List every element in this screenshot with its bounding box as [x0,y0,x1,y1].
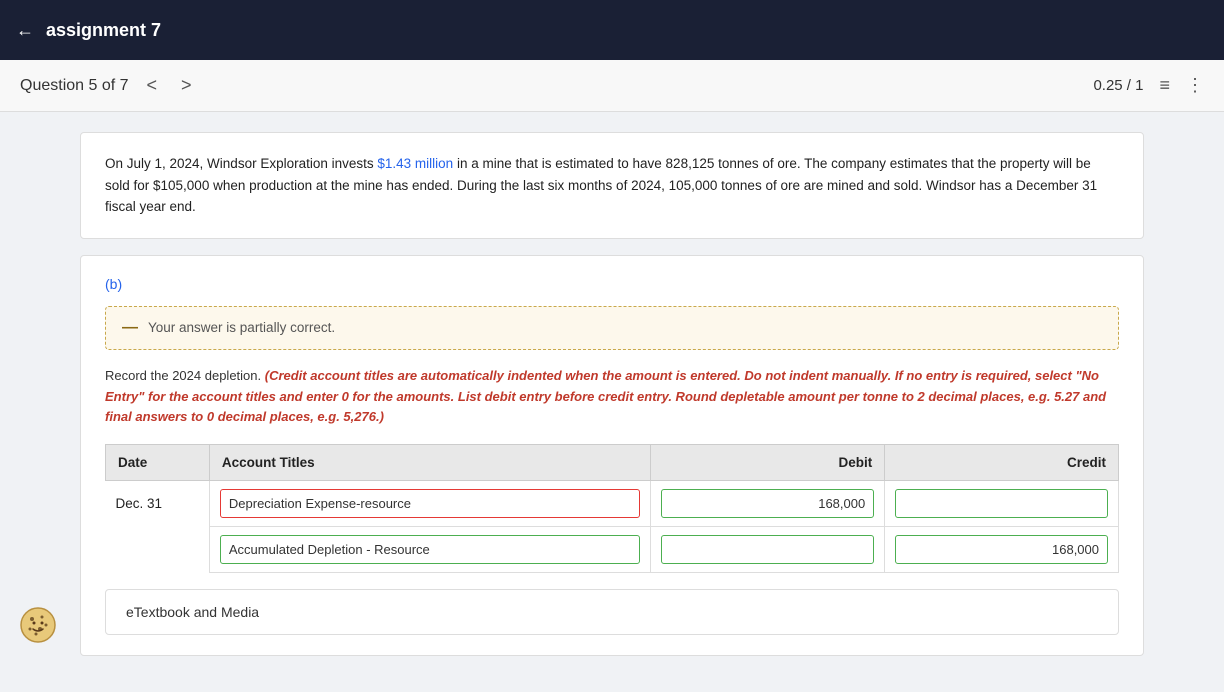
partial-notice: — Your answer is partially correct. [105,306,1119,350]
top-nav: ← assignment 7 [0,0,1224,60]
problem-text-part1: On July 1, 2024, Windsor Exploration inv… [105,156,377,171]
cookie-icon[interactable] [20,607,56,643]
partial-icon: — [122,319,138,337]
problem-highlight: $1.43 million [377,156,453,171]
instruction-text: Record the 2024 depletion. (Credit accou… [105,366,1119,428]
main-content: On July 1, 2024, Windsor Exploration inv… [0,112,1224,692]
account-cell-2 [209,527,651,573]
question-bar: Question 5 of 7 < > 0.25 / 1 ≡ ⋮ [0,60,1224,112]
date-cell-2 [106,527,210,573]
debit-input-2[interactable] [661,535,874,564]
next-question-button[interactable]: > [175,73,198,98]
col-header-debit: Debit [651,445,885,481]
col-header-credit: Credit [885,445,1119,481]
section-card: (b) — Your answer is partially correct. … [80,255,1144,656]
date-cell-1: Dec. 31 [106,481,210,527]
list-icon[interactable]: ≡ [1159,75,1170,96]
table-row: Dec. 31 [106,481,1119,527]
etextbook-label: eTextbook and Media [126,604,259,620]
prev-question-button[interactable]: < [141,73,164,98]
question-nav: Question 5 of 7 < > [20,73,198,98]
nav-title: assignment 7 [46,20,161,41]
account-input-2[interactable] [220,535,641,564]
journal-table: Date Account Titles Debit Credit Dec. 31 [105,444,1119,573]
instruction-start: Record the 2024 depletion. [105,368,265,383]
back-button[interactable]: ← [16,20,34,41]
credit-input-2[interactable] [895,535,1108,564]
partial-text: Your answer is partially correct. [148,320,335,335]
credit-input-1[interactable] [895,489,1108,518]
section-label: (b) [105,276,1119,292]
etextbook-bar[interactable]: eTextbook and Media [105,589,1119,635]
more-options-icon[interactable]: ⋮ [1186,75,1204,96]
score-display: 0.25 / 1 [1093,77,1143,94]
credit-cell-1 [885,481,1119,527]
col-header-date: Date [106,445,210,481]
debit-cell-2 [651,527,885,573]
debit-input-1[interactable] [661,489,874,518]
debit-cell-1 [651,481,885,527]
score-area: 0.25 / 1 ≡ ⋮ [1093,75,1204,96]
account-input-1[interactable] [220,489,641,518]
col-header-account: Account Titles [209,445,651,481]
credit-cell-2 [885,527,1119,573]
table-row [106,527,1119,573]
question-label: Question 5 of 7 [20,77,129,95]
account-cell-1 [209,481,651,527]
problem-card: On July 1, 2024, Windsor Exploration inv… [80,132,1144,239]
